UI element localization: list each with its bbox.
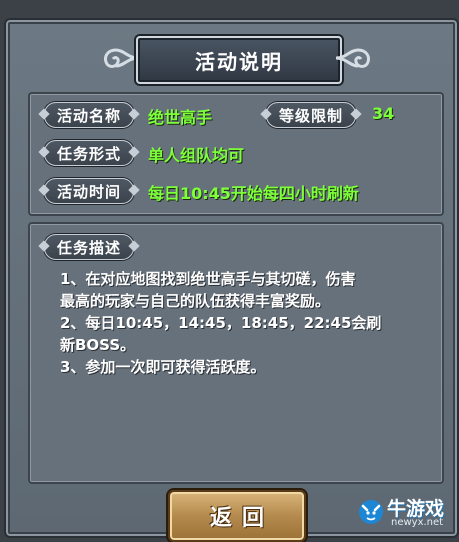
description-line: 3、参加一次即可获得活跃度。 — [60, 358, 266, 376]
dialog-title: 活动说明 — [136, 36, 342, 84]
activity-time-value: 每日10:45开始每四小时刷新 — [148, 184, 359, 203]
bull-logo-icon — [359, 500, 383, 524]
level-limit-label: 等级限制 — [266, 102, 356, 128]
task-description-section: 任务描述 1、在对应地图找到绝世高手与其切磋，伤害 最高的玩家与自己的队伍获得丰… — [28, 222, 444, 484]
activity-name-value: 绝世高手 — [148, 108, 213, 127]
title-banner: 活动说明 — [98, 28, 376, 88]
task-form-value: 单人组队均可 — [148, 146, 245, 165]
description-line: 最高的玩家与自己的队伍获得丰富奖励。 — [60, 292, 331, 310]
description-line: 2、每日10:45，14:45，18:45，22:45会刷 — [60, 314, 382, 332]
activity-time-label: 活动时间 — [44, 178, 134, 204]
activity-info-section: 活动名称 绝世高手 等级限制 34 任务形式 单人组队均可 活动时间 每日10:… — [28, 92, 444, 216]
description-line: 1、在对应地图找到绝世高手与其切磋，伤害 — [60, 270, 356, 288]
level-limit-value: 34 — [372, 104, 395, 123]
activity-dialog: 活动说明 活动名称 绝世高手 等级限制 34 任务形式 单人组队均可 活动时间 … — [4, 18, 459, 542]
scroll-ornament-icon — [335, 48, 370, 68]
task-description-label: 任务描述 — [44, 234, 134, 260]
site-watermark: 牛游戏 newyx.net — [357, 492, 453, 534]
task-description-text: 1、在对应地图找到绝世高手与其切磋，伤害 最高的玩家与自己的队伍获得丰富奖励。 … — [60, 268, 420, 378]
activity-name-label: 活动名称 — [44, 102, 134, 128]
back-button[interactable]: 返回 — [168, 490, 306, 542]
task-form-label: 任务形式 — [44, 140, 134, 166]
watermark-url: newyx.net — [391, 517, 444, 528]
description-line: 新BOSS。 — [60, 336, 136, 354]
